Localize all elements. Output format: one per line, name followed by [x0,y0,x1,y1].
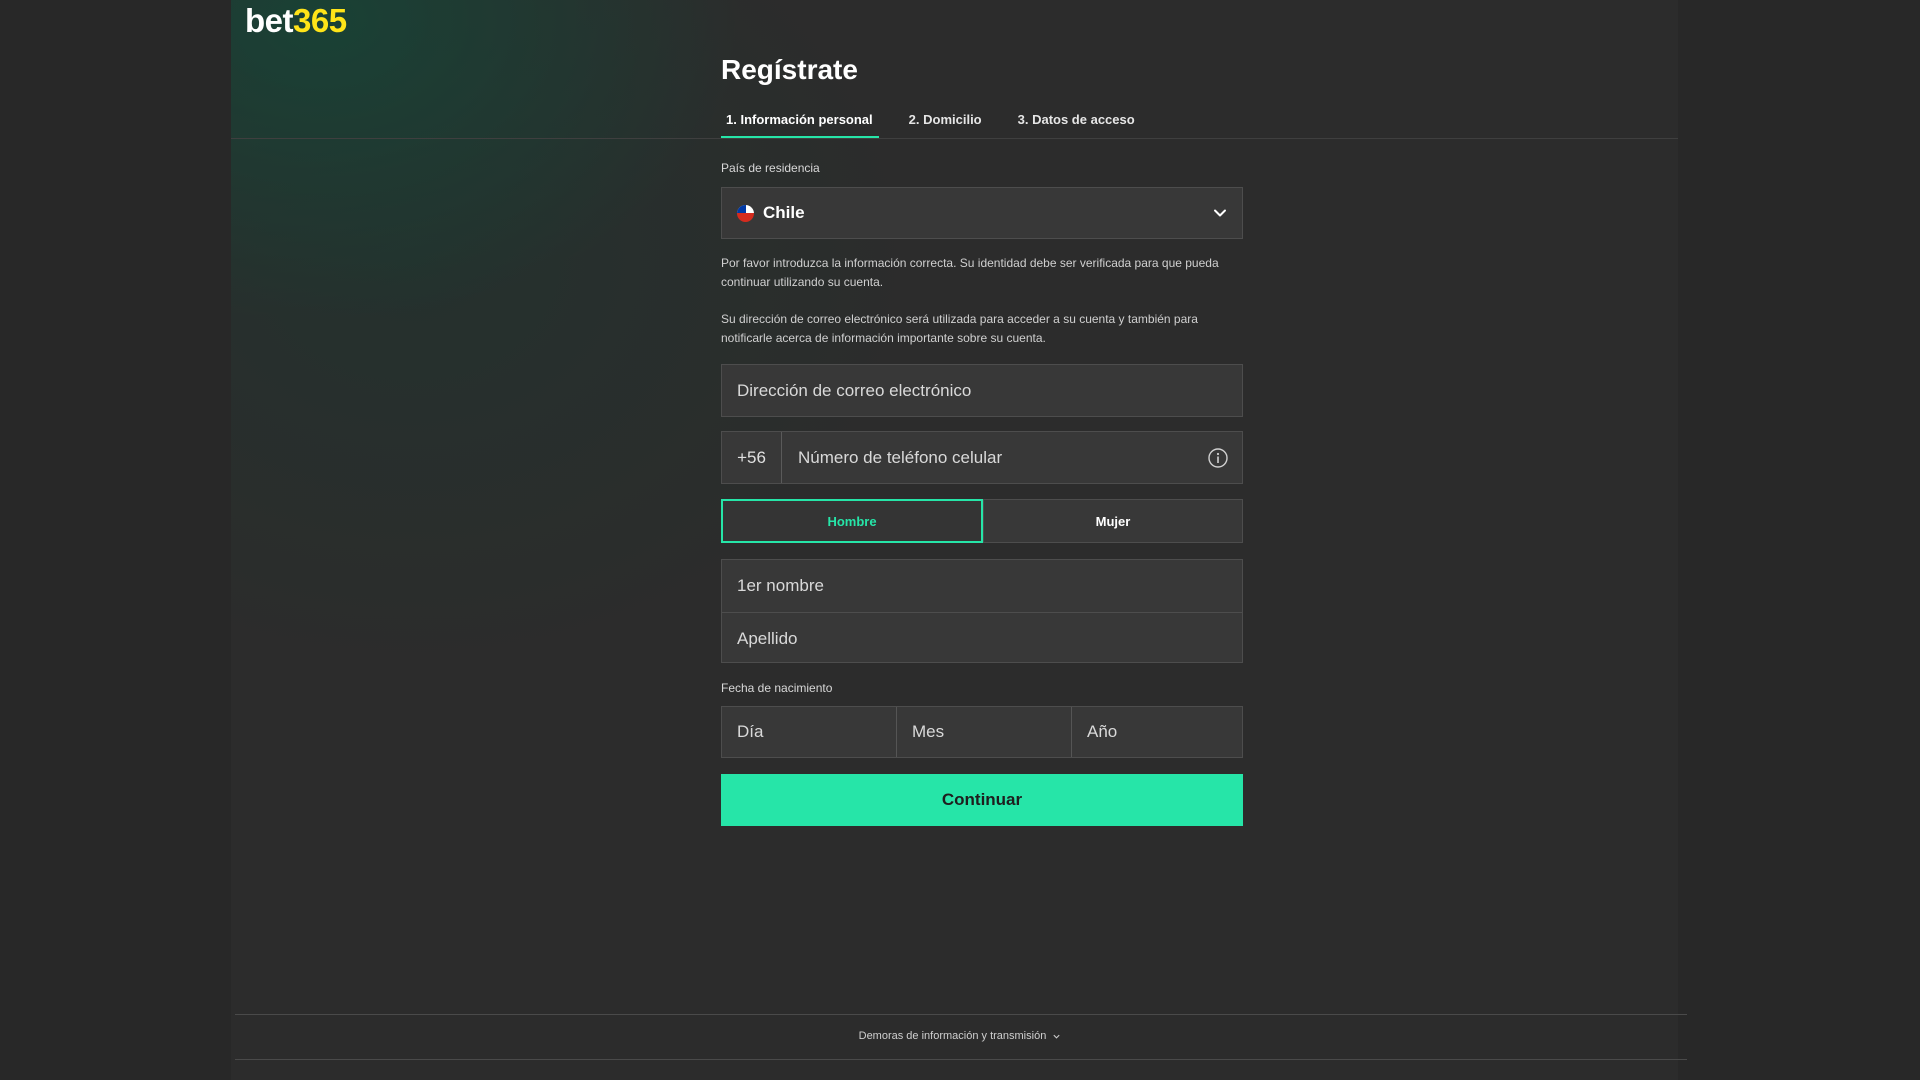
chile-flag-icon [737,204,754,222]
logo-text-bet: bet [245,2,294,39]
first-name-row [722,560,1242,612]
dob-day-cell [722,707,896,757]
phone-prefix: +56 [722,432,782,483]
step-tab-personal-info[interactable]: 1. Información personal [721,110,879,138]
footer-divider-top [235,1014,1687,1015]
gender-option-male[interactable]: Hombre [721,499,983,543]
page-title: Regístrate [721,54,858,85]
logo-text-365: 365 [293,2,347,39]
dob-year-cell [1071,707,1242,757]
phone-field-container: +56 [721,431,1243,484]
chevron-down-icon [1053,1034,1060,1039]
dob-month-input[interactable] [897,707,1071,757]
email-input[interactable] [722,365,1242,416]
identity-notice: Por favor introduzca la información corr… [721,256,1219,289]
dob-month-cell [896,707,1071,757]
dob-field-container [721,706,1243,758]
dob-day-input[interactable] [722,707,896,757]
gender-selector: Hombre Mujer [721,499,1243,543]
header-divider [231,138,1678,139]
email-field-container [721,364,1243,417]
page-margin-left [0,0,231,1080]
country-value: Chile [763,203,805,222]
dob-year-input[interactable] [1072,707,1242,757]
dob-label: Fecha de nacimiento [721,681,833,695]
transmission-delays-link[interactable]: Demoras de información y transmisión [0,1030,1920,1042]
registration-steps: 1. Información personal 2. Domicilio 3. … [721,110,1165,138]
page-margin-right [1678,0,1920,1080]
step-tab-access-data[interactable]: 3. Datos de acceso [1012,110,1141,138]
chevron-down-icon [1214,209,1226,217]
last-name-row [722,612,1242,665]
transmission-delays-label: Demoras de información y transmisión [858,1030,1047,1042]
bet365-logo[interactable]: bet365 [245,2,347,40]
footer-divider-bottom [235,1059,1687,1060]
email-notice: Su dirección de correo electrónico será … [721,312,1198,345]
first-name-input[interactable] [722,560,1242,612]
last-name-input[interactable] [722,613,1242,665]
phone-input[interactable] [782,432,1207,483]
continue-button[interactable]: Continuar [721,774,1243,826]
step-tab-address[interactable]: 2. Domicilio [903,110,988,138]
gender-option-female[interactable]: Mujer [983,499,1243,543]
country-select[interactable]: Chile [721,187,1243,239]
country-label: País de residencia [721,161,820,175]
info-icon[interactable] [1207,447,1229,469]
name-fields-container [721,559,1243,665]
